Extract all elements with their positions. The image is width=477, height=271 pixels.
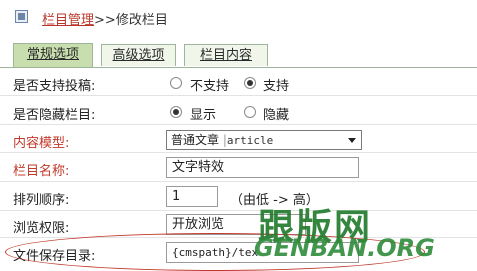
row-contribute: 是否支持投稿: 不支持 支持 [0,70,477,96]
breadcrumb-separator: >> [94,13,116,28]
header: 栏目管理>>修改栏目 [0,0,477,34]
order-input[interactable]: 1 [166,186,218,207]
radio-support-label: 支持 [263,79,290,94]
radio-support[interactable] [244,77,256,89]
radio-hide-label: 隐藏 [263,108,290,123]
row-name: 栏目名称: 文字特效 [0,154,477,182]
radio-show[interactable] [170,106,182,118]
model-label: 内容模型: [13,136,70,151]
contribute-label: 是否支持投稿: [13,79,96,94]
breadcrumb-current: 修改栏目 [115,13,168,28]
order-label: 排列顺序: [13,193,70,208]
radio-hide[interactable] [244,106,256,118]
row-hidden: 是否隐藏栏目: 显示 隐藏 [0,97,477,125]
radio-not-support[interactable] [170,77,182,89]
breadcrumb-link-column-manage[interactable]: 栏目管理 [42,13,94,28]
watermark-en: GENBAN.ORG [254,234,435,262]
chevron-down-icon [348,138,356,143]
tab-general-label: 常规选项 [26,47,79,62]
tab-bar: 常规选项 高级选项 栏目内容 [0,40,477,68]
model-select-value: 普通文章 [171,133,220,147]
name-label: 栏目名称: [13,164,70,179]
watermark: 跟版网 GENBAN.ORG [248,198,477,267]
radio-not-support-label: 不支持 [190,79,230,94]
row-model: 内容模型: 普通文章 |article [0,126,477,153]
permission-label: 浏览权限: [13,221,70,236]
tab-content[interactable]: 栏目内容 [184,44,268,66]
breadcrumb: 栏目管理>>修改栏目 [42,9,168,28]
hidden-label: 是否隐藏栏目: [13,108,96,123]
model-select[interactable]: 普通文章 |article [166,130,362,150]
tab-advanced-label: 高级选项 [112,48,165,63]
tab-advanced[interactable]: 高级选项 [101,44,176,66]
tab-general[interactable]: 常规选项 [13,43,93,67]
radio-show-label: 显示 [190,108,217,123]
name-input[interactable]: 文字特效 [166,157,359,178]
model-select-code: article [226,134,274,147]
tab-content-label: 栏目内容 [199,48,252,63]
home-icon [15,10,28,23]
